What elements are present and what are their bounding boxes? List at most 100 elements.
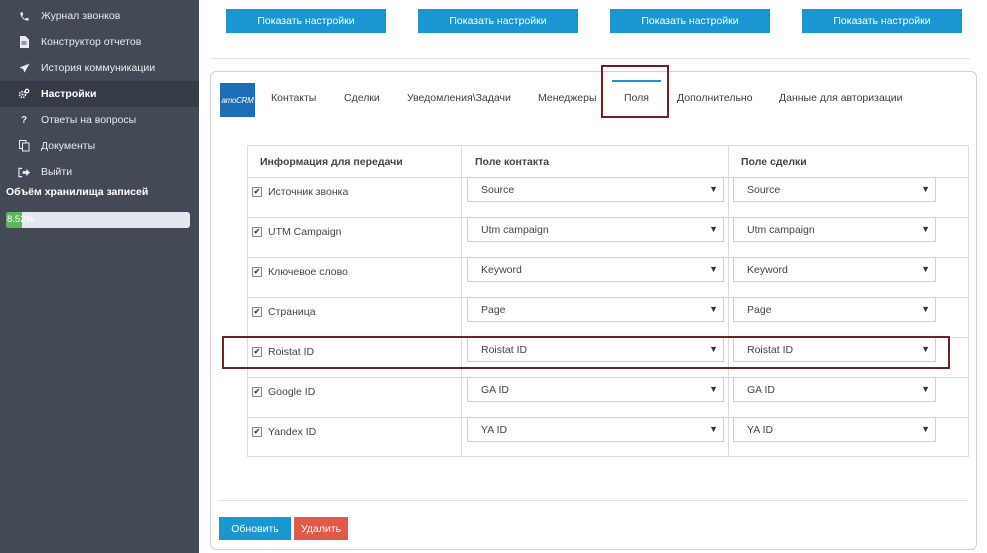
row-label: Roistat ID	[268, 346, 315, 358]
row-label: Google ID	[268, 386, 316, 398]
sidebar: Журнал звонков Конструктор отчетов Истор…	[0, 0, 199, 553]
select-value: YA ID	[481, 423, 508, 436]
contact-field-select[interactable]: Utm campaign ▼	[467, 217, 724, 242]
sidebar-item-label: Журнал звонков	[41, 10, 121, 22]
select-value: GA ID	[481, 383, 510, 396]
deal-field-select[interactable]: GA ID ▼	[733, 377, 936, 402]
contact-field-select[interactable]: GA ID ▼	[467, 377, 724, 402]
dropdown-arrow-icon: ▼	[921, 424, 930, 434]
copy-icon	[18, 140, 30, 152]
deal-field-select[interactable]: Keyword ▼	[733, 257, 936, 282]
column-divider	[461, 146, 462, 456]
show-settings-button-2[interactable]: Показать настройки	[418, 9, 578, 33]
dropdown-arrow-icon: ▼	[709, 264, 718, 274]
sidebar-item-label: Документы	[41, 140, 96, 152]
contact-field-select[interactable]: Source ▼	[467, 177, 724, 202]
divider	[211, 58, 970, 59]
show-settings-button-4[interactable]: Показать настройки	[802, 9, 962, 33]
tab-fields[interactable]: Поля	[612, 80, 661, 112]
row-label: Страница	[268, 306, 316, 318]
tab-deals[interactable]: Сделки	[344, 84, 380, 112]
amocrm-logo: amoCRM	[220, 83, 255, 117]
select-value: Page	[747, 303, 772, 316]
contact-field-select[interactable]: YA ID ▼	[467, 417, 724, 442]
row-label: Yandex ID	[268, 426, 317, 438]
row-checkbox[interactable]: ✔	[252, 227, 262, 237]
storage-progress-bar: 8.52%	[6, 212, 190, 228]
dropdown-arrow-icon: ▼	[709, 424, 718, 434]
select-value: Source	[481, 183, 515, 196]
delete-button[interactable]: Удалить	[294, 517, 348, 540]
deal-field-select[interactable]: Page ▼	[733, 297, 936, 322]
select-value: Keyword	[747, 263, 788, 276]
document-icon	[18, 36, 30, 48]
row-label: Ключевое слово	[268, 266, 348, 278]
contact-field-select[interactable]: Page ▼	[467, 297, 724, 322]
row-checkbox[interactable]: ✔	[252, 187, 262, 197]
tab-additional[interactable]: Дополнительно	[677, 84, 753, 112]
select-value: Keyword	[481, 263, 522, 276]
header-contact-field: Поле контакта	[475, 156, 550, 168]
sidebar-item-label: История коммуникации	[41, 62, 156, 74]
divider	[219, 500, 968, 501]
sidebar-item-communication-history[interactable]: История коммуникации	[0, 55, 199, 81]
select-value: Roistat ID	[481, 343, 528, 356]
dropdown-arrow-icon: ▼	[921, 264, 930, 274]
contact-field-select[interactable]: Roistat ID ▼	[467, 337, 724, 362]
dropdown-arrow-icon: ▼	[921, 344, 930, 354]
tab-managers[interactable]: Менеджеры	[538, 84, 597, 112]
dropdown-arrow-icon: ▼	[709, 304, 718, 314]
question-icon: ?	[20, 114, 28, 126]
select-value: Utm campaign	[747, 223, 815, 236]
deal-field-select[interactable]: YA ID ▼	[733, 417, 936, 442]
row-checkbox[interactable]: ✔	[252, 387, 262, 397]
sidebar-item-settings[interactable]: Настройки	[0, 81, 199, 107]
sidebar-item-call-log[interactable]: Журнал звонков	[0, 3, 199, 29]
row-checkbox[interactable]: ✔	[252, 307, 262, 317]
select-value: GA ID	[747, 383, 776, 396]
update-button[interactable]: Обновить	[219, 517, 291, 540]
sidebar-item-logout[interactable]: Выйти	[0, 159, 199, 185]
logout-icon	[18, 166, 30, 178]
select-value: YA ID	[747, 423, 774, 436]
select-value: Roistat ID	[747, 343, 794, 356]
deal-field-select[interactable]: Roistat ID ▼	[733, 337, 936, 362]
dropdown-arrow-icon: ▼	[921, 384, 930, 394]
column-divider	[728, 146, 729, 456]
show-settings-button-1[interactable]: Показать настройки	[226, 9, 386, 33]
sidebar-item-label: Выйти	[41, 166, 73, 178]
storage-percent: 8.52%	[7, 214, 34, 225]
sidebar-item-report-builder[interactable]: Конструктор отчетов	[0, 29, 199, 55]
deal-field-select[interactable]: Utm campaign ▼	[733, 217, 936, 242]
sidebar-item-faq[interactable]: ? Ответы на вопросы	[0, 107, 199, 133]
storage-label: Объём хранилища записей	[6, 186, 149, 198]
show-settings-button-3[interactable]: Показать настройки	[610, 9, 770, 33]
sidebar-item-label: Конструктор отчетов	[41, 36, 142, 48]
sidebar-item-label: Настройки	[41, 88, 97, 100]
dropdown-arrow-icon: ▼	[709, 344, 718, 354]
phone-icon	[18, 10, 30, 22]
dropdown-arrow-icon: ▼	[921, 184, 930, 194]
row-checkbox[interactable]: ✔	[252, 267, 262, 277]
header-info: Информация для передачи	[260, 156, 403, 168]
dropdown-arrow-icon: ▼	[709, 384, 718, 394]
sidebar-item-label: Ответы на вопросы	[41, 114, 137, 126]
dropdown-arrow-icon: ▼	[709, 184, 718, 194]
select-value: Utm campaign	[481, 223, 549, 236]
row-label: Источник звонка	[268, 186, 349, 198]
deal-field-select[interactable]: Source ▼	[733, 177, 936, 202]
row-checkbox[interactable]: ✔	[252, 427, 262, 437]
tab-auth-data[interactable]: Данные для авторизации	[779, 84, 903, 112]
row-label: UTM Campaign	[268, 226, 342, 238]
send-icon	[18, 62, 30, 74]
dropdown-arrow-icon: ▼	[921, 224, 930, 234]
contact-field-select[interactable]: Keyword ▼	[467, 257, 724, 282]
tab-contacts[interactable]: Контакты	[271, 84, 316, 112]
tab-notifications-tasks[interactable]: Уведомления\Задачи	[407, 84, 511, 112]
dropdown-arrow-icon: ▼	[921, 304, 930, 314]
row-checkbox[interactable]: ✔	[252, 347, 262, 357]
sidebar-item-documents[interactable]: Документы	[0, 133, 199, 159]
gears-icon	[18, 88, 30, 100]
dropdown-arrow-icon: ▼	[709, 224, 718, 234]
header-deal-field: Поле сделки	[741, 156, 807, 168]
